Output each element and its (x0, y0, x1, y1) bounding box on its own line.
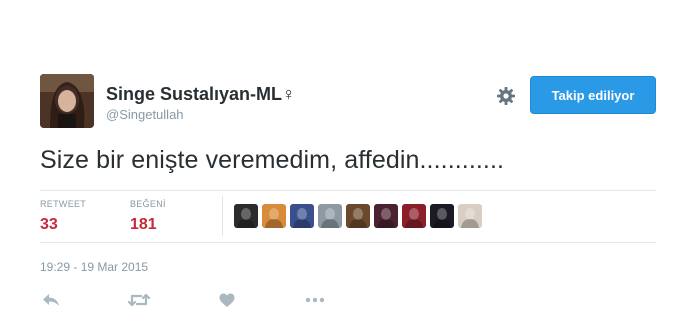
user-info: Singe Sustalıyan-ML♀ @Singetullah (106, 84, 296, 124)
avatar[interactable] (40, 74, 94, 128)
liker-avatar-8[interactable] (430, 204, 454, 228)
divider (40, 242, 656, 243)
reply-icon[interactable] (40, 290, 62, 310)
liker-avatar-7[interactable] (402, 204, 426, 228)
retweet-label: RETWEET (40, 199, 87, 209)
liker-avatar-5[interactable] (346, 204, 370, 228)
likes-count: 181 (130, 216, 157, 233)
retweet-stat[interactable]: RETWEET 33 (40, 198, 86, 236)
more-icon[interactable] (304, 290, 326, 310)
liker-avatar-3[interactable] (290, 204, 314, 228)
liker-avatar-4[interactable] (318, 204, 342, 228)
liker-avatar-6[interactable] (374, 204, 398, 228)
retweet-icon[interactable] (128, 290, 150, 310)
divider (40, 190, 656, 191)
liker-avatar-1[interactable] (234, 204, 258, 228)
heart-icon[interactable] (216, 290, 238, 310)
tweet-actions (40, 290, 392, 310)
gear-icon[interactable] (496, 86, 516, 106)
liker-avatar-2[interactable] (262, 204, 286, 228)
user-handle[interactable]: @Singetullah (106, 106, 296, 124)
likes-stat[interactable]: BEĞENİ 181 (130, 198, 166, 236)
tweet-text: Size bir enişte veremedim, affedin......… (40, 146, 505, 174)
stats-divider (222, 196, 223, 236)
likes-label: BEĞENİ (130, 199, 166, 209)
tweet-card: Singe Sustalıyan-ML♀ @Singetullah Takip … (0, 0, 690, 334)
display-name[interactable]: Singe Sustalıyan-ML♀ (106, 84, 296, 104)
liker-avatar-9[interactable] (458, 204, 482, 228)
tweet-timestamp[interactable]: 19:29 - 19 Mar 2015 (40, 260, 148, 274)
liker-avatars (234, 204, 482, 228)
retweet-count: 33 (40, 216, 58, 233)
following-button[interactable]: Takip ediliyor (530, 76, 656, 114)
avatar-image (40, 74, 94, 128)
